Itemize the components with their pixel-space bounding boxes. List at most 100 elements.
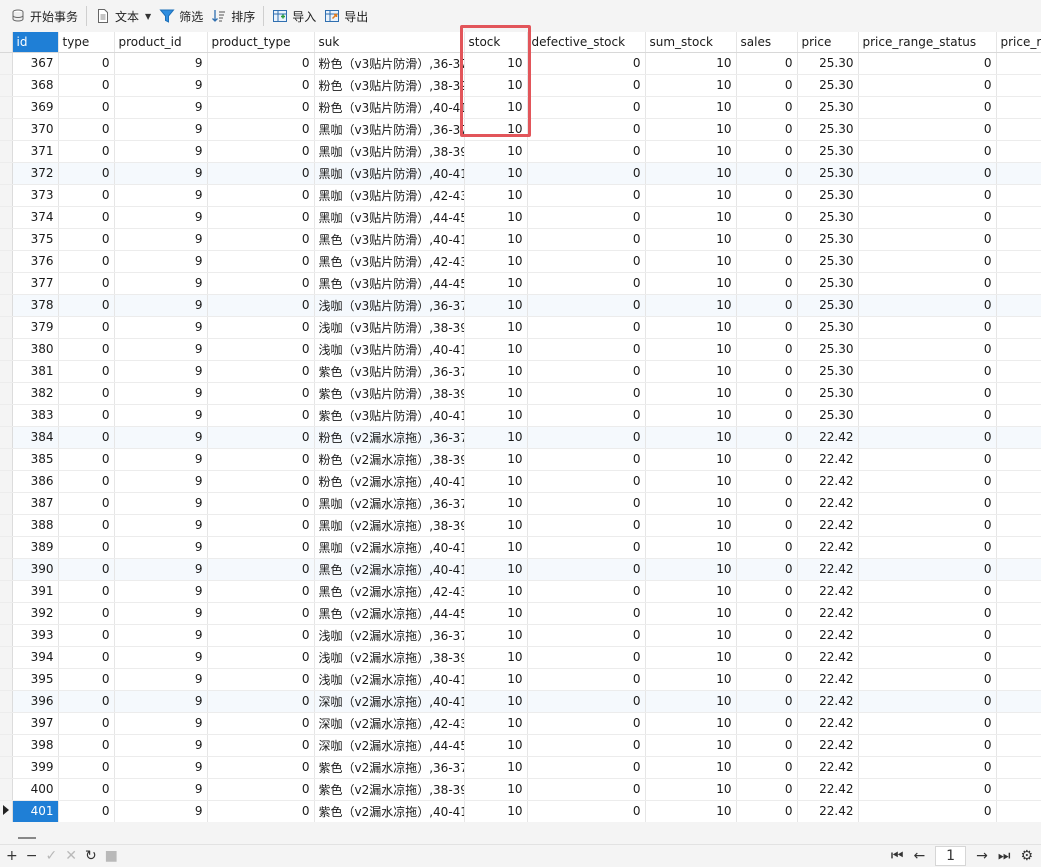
cell-type[interactable]: 0 [58, 96, 115, 119]
cell-product-type[interactable]: 0 [207, 602, 315, 625]
cell-defective-stock[interactable]: 0 [527, 272, 646, 295]
row-indicator[interactable] [0, 492, 13, 515]
row-indicator[interactable] [0, 470, 13, 493]
cell-suk[interactable]: 黑咖（v3贴片防滑）,38-39 [314, 140, 465, 163]
cell-product-type[interactable]: 0 [207, 580, 315, 603]
cell-stock[interactable]: 10 [464, 558, 528, 581]
table-row[interactable]: 385 0 9 0 粉色（v2漏水凉拖）,38-39 10 0 10 0 22.42 0 [0, 448, 1041, 471]
table-row[interactable]: 372 0 9 0 黑咖（v3贴片防滑）,40-41 10 0 10 0 25.30 0 [0, 162, 1041, 185]
cell-id[interactable]: 388 [12, 514, 59, 537]
cell-defective-stock[interactable]: 0 [527, 404, 646, 427]
sort-button[interactable]: 排序 [207, 4, 259, 28]
cell-sales[interactable]: 0 [736, 646, 798, 669]
cell-stock[interactable]: 10 [464, 316, 528, 339]
cell-stock[interactable]: 10 [464, 778, 528, 801]
cell-suk[interactable]: 紫色（v3贴片防滑）,38-39 [314, 382, 465, 405]
cell-price[interactable]: 25.30 [797, 404, 859, 427]
apply-changes-icon[interactable]: ✓ [45, 847, 57, 865]
cell-price[interactable]: 22.42 [797, 756, 859, 779]
cell-product-type[interactable]: 0 [207, 668, 315, 691]
table-row[interactable]: 388 0 9 0 黑咖（v2漏水凉拖）,38-39 10 0 10 0 22.42 0 [0, 514, 1041, 537]
cell-product-id[interactable]: 9 [114, 426, 208, 449]
cell-sum-stock[interactable]: 10 [645, 316, 737, 339]
cell-defective-stock[interactable]: 0 [527, 162, 646, 185]
cell-price-range-status[interactable]: 0 [858, 272, 997, 295]
cell-price[interactable]: 25.30 [797, 228, 859, 251]
cell-sales[interactable]: 0 [736, 624, 798, 647]
cell-suk[interactable]: 黑咖（v2漏水凉拖）,40-41 [314, 536, 465, 559]
cell-defective-stock[interactable]: 0 [527, 536, 646, 559]
cell-defective-stock[interactable]: 0 [527, 580, 646, 603]
cell-product-id[interactable]: 9 [114, 382, 208, 405]
row-indicator[interactable] [0, 360, 13, 383]
cell-sales[interactable]: 0 [736, 558, 798, 581]
cell-price-range-status[interactable]: 0 [858, 294, 997, 317]
table-row[interactable]: 396 0 9 0 深咖（v2漏水凉拖）,40-41 10 0 10 0 22.42 0 [0, 690, 1041, 713]
cell-sales[interactable]: 0 [736, 778, 798, 801]
cell-price-ra[interactable] [996, 448, 1041, 471]
first-page-icon[interactable]: ⏮ [891, 847, 904, 865]
cell-sum-stock[interactable]: 10 [645, 580, 737, 603]
cell-stock[interactable]: 10 [464, 206, 528, 229]
cell-sum-stock[interactable]: 10 [645, 778, 737, 801]
table-row[interactable]: 371 0 9 0 黑咖（v3贴片防滑）,38-39 10 0 10 0 25.30 0 [0, 140, 1041, 163]
cell-price[interactable]: 25.30 [797, 162, 859, 185]
cell-stock[interactable]: 10 [464, 580, 528, 603]
cell-sales[interactable]: 0 [736, 734, 798, 757]
cell-product-type[interactable]: 0 [207, 778, 315, 801]
cell-price-ra[interactable] [996, 756, 1041, 779]
cell-stock[interactable]: 10 [464, 514, 528, 537]
cell-stock[interactable]: 10 [464, 184, 528, 207]
cell-suk[interactable]: 浅咖（v2漏水凉拖）,38-39 [314, 646, 465, 669]
cell-defective-stock[interactable]: 0 [527, 228, 646, 251]
cell-price-ra[interactable] [996, 96, 1041, 119]
cell-price[interactable]: 22.42 [797, 580, 859, 603]
cell-product-id[interactable]: 9 [114, 96, 208, 119]
cell-stock[interactable]: 10 [464, 250, 528, 273]
cell-price-ra[interactable] [996, 184, 1041, 207]
cell-product-type[interactable]: 0 [207, 250, 315, 273]
cell-price[interactable]: 22.42 [797, 470, 859, 493]
cell-sales[interactable]: 0 [736, 228, 798, 251]
last-page-icon[interactable]: ⏭ [998, 847, 1011, 865]
cell-sales[interactable]: 0 [736, 712, 798, 735]
cell-product-type[interactable]: 0 [207, 448, 315, 471]
cell-sum-stock[interactable]: 10 [645, 712, 737, 735]
row-indicator[interactable] [0, 228, 13, 251]
cell-price-range-status[interactable]: 0 [858, 250, 997, 273]
cell-product-id[interactable]: 9 [114, 536, 208, 559]
cell-sales[interactable]: 0 [736, 140, 798, 163]
cell-suk[interactable]: 黑咖（v3贴片防滑）,44-45 [314, 206, 465, 229]
cell-price[interactable]: 25.30 [797, 74, 859, 97]
cell-type[interactable]: 0 [58, 646, 115, 669]
cell-id[interactable]: 368 [12, 74, 59, 97]
cell-id[interactable]: 374 [12, 206, 59, 229]
cell-type[interactable]: 0 [58, 734, 115, 757]
cell-sales[interactable]: 0 [736, 206, 798, 229]
cell-suk[interactable]: 黑色（v3贴片防滑）,44-45 [314, 272, 465, 295]
cell-id[interactable]: 384 [12, 426, 59, 449]
cell-price[interactable]: 25.30 [797, 140, 859, 163]
column-header-id[interactable]: id [12, 32, 59, 53]
data-grid[interactable]: id type product_id product_type suk stoc… [0, 32, 1041, 822]
cell-price-range-status[interactable]: 0 [858, 558, 997, 581]
cell-defective-stock[interactable]: 0 [527, 96, 646, 119]
table-row[interactable]: 380 0 9 0 浅咖（v3贴片防滑）,40-41 10 0 10 0 25.30 0 [0, 338, 1041, 361]
cell-price-range-status[interactable]: 0 [858, 360, 997, 383]
cell-price-range-status[interactable]: 0 [858, 228, 997, 251]
cell-id[interactable]: 371 [12, 140, 59, 163]
cell-type[interactable]: 0 [58, 52, 115, 75]
cell-price-ra[interactable] [996, 470, 1041, 493]
cell-product-id[interactable]: 9 [114, 492, 208, 515]
cell-sum-stock[interactable]: 10 [645, 382, 737, 405]
cell-price[interactable]: 22.42 [797, 800, 859, 822]
cell-price-ra[interactable] [996, 294, 1041, 317]
cell-sum-stock[interactable]: 10 [645, 228, 737, 251]
cell-suk[interactable]: 黑色（v2漏水凉拖）,40-41 [314, 558, 465, 581]
cell-defective-stock[interactable]: 0 [527, 250, 646, 273]
cell-type[interactable]: 0 [58, 162, 115, 185]
cell-stock[interactable]: 10 [464, 404, 528, 427]
table-row[interactable]: 384 0 9 0 粉色（v2漏水凉拖）,36-37 10 0 10 0 22.42 0 [0, 426, 1041, 449]
cell-type[interactable]: 0 [58, 800, 115, 822]
cell-suk[interactable]: 浅咖（v3贴片防滑）,40-41 [314, 338, 465, 361]
